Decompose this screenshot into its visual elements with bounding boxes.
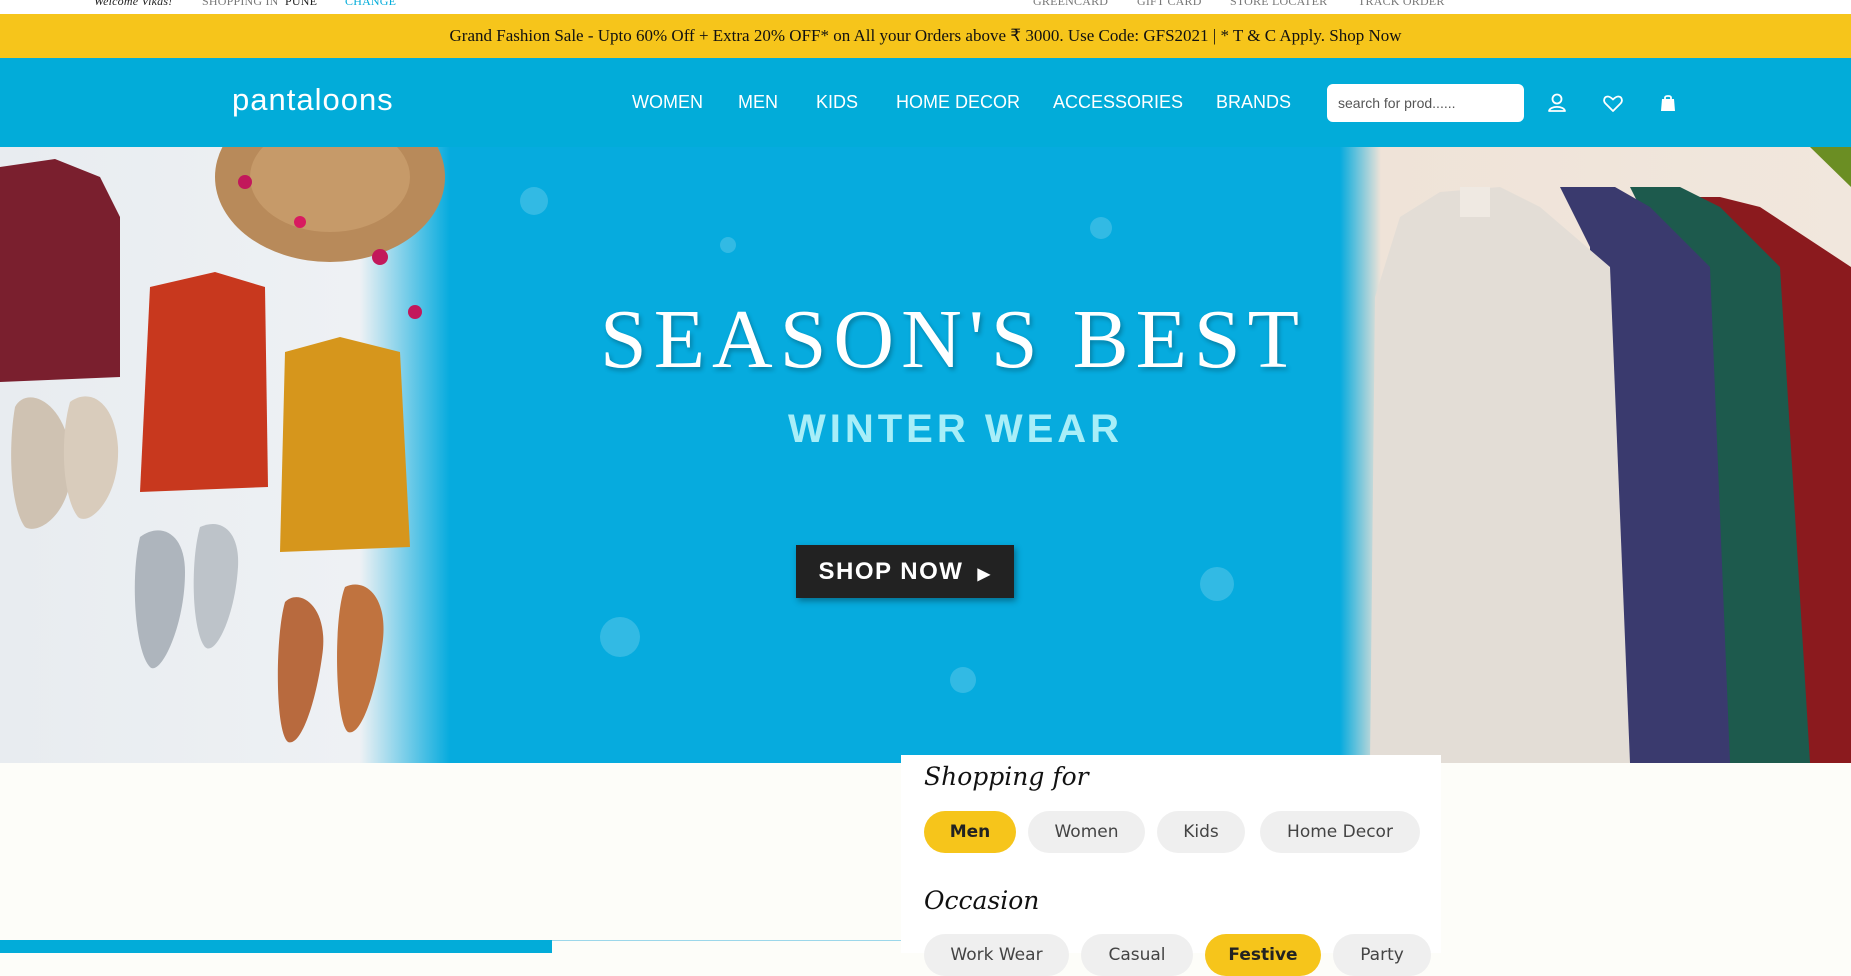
occasion-festive[interactable]: Festive: [1205, 934, 1321, 976]
promo-text[interactable]: Grand Fashion Sale - Upto 60% Off + Extr…: [450, 26, 1402, 45]
hero-title: SEASON'S BEST: [600, 293, 1306, 386]
section-band: [0, 940, 552, 953]
shop-now-label: SHOP NOW: [818, 558, 964, 585]
brand-logo[interactable]: pantaloons: [232, 82, 394, 118]
hero-banner[interactable]: SEASON'S BEST WINTER WEAR SHOP NOW ▶: [0, 147, 1851, 763]
snow-particle: [520, 187, 548, 215]
site-header: pantaloons WOMEN MEN KIDS HOME DECOR ACC…: [0, 58, 1851, 147]
nav-women[interactable]: WOMEN: [632, 92, 703, 113]
shopping-for-home-decor[interactable]: Home Decor: [1260, 811, 1420, 853]
shopping-for-heading: Shopping for: [924, 762, 1089, 791]
snow-particle: [950, 667, 976, 693]
nav-men[interactable]: MEN: [738, 92, 778, 113]
promo-banner[interactable]: Grand Fashion Sale - Upto 60% Off + Extr…: [0, 14, 1851, 58]
heart-icon[interactable]: [1600, 90, 1626, 116]
shop-now-button[interactable]: SHOP NOW ▶: [796, 545, 1014, 598]
welcome-text: Welcome Vikas!: [94, 0, 173, 8]
shopping-in-label: SHOPPING IN: [202, 0, 279, 8]
occasion-casual[interactable]: Casual: [1081, 934, 1193, 976]
gift-card-link[interactable]: GIFT CARD: [1137, 0, 1202, 9]
track-order-link[interactable]: TRACK ORDER: [1358, 0, 1445, 9]
utility-bar: Welcome Vikas! SHOPPING IN PUNE CHANGE G…: [0, 0, 1851, 14]
shopping-for-men[interactable]: Men: [924, 811, 1016, 853]
snow-particle: [1200, 567, 1234, 601]
nav-kids[interactable]: KIDS: [816, 92, 858, 113]
hero-flatlay-image: [0, 147, 450, 763]
search-input[interactable]: [1327, 84, 1524, 122]
snow-particle: [720, 237, 736, 253]
shopping-for-women[interactable]: Women: [1028, 811, 1145, 853]
city-name: PUNE: [285, 0, 318, 8]
user-icon[interactable]: [1544, 90, 1570, 116]
play-triangle-icon: ▶: [977, 566, 992, 583]
nav-home-decor[interactable]: HOME DECOR: [896, 92, 1020, 113]
bag-icon[interactable]: [1655, 90, 1681, 116]
shopping-for-kids[interactable]: Kids: [1157, 811, 1245, 853]
occasion-heading: Occasion: [924, 886, 1040, 915]
store-locater-link[interactable]: STORE LOCATER: [1230, 0, 1327, 9]
change-city-link[interactable]: CHANGE: [345, 0, 396, 9]
snow-particle: [600, 617, 640, 657]
nav-accessories[interactable]: ACCESSORIES: [1053, 92, 1183, 113]
hero-subtitle: WINTER WEAR: [787, 407, 1124, 451]
occasion-work-wear[interactable]: Work Wear: [924, 934, 1069, 976]
section-divider: [552, 940, 901, 941]
nav-brands[interactable]: BRANDS: [1216, 92, 1291, 113]
preference-filter-panel: Shopping for Men Women Kids Home Decor O…: [901, 755, 1441, 976]
greencard-link[interactable]: GREENCARD: [1033, 0, 1108, 9]
snow-particle: [1090, 217, 1112, 239]
occasion-party[interactable]: Party: [1333, 934, 1431, 976]
hero-sweaters-image: [1340, 147, 1851, 763]
